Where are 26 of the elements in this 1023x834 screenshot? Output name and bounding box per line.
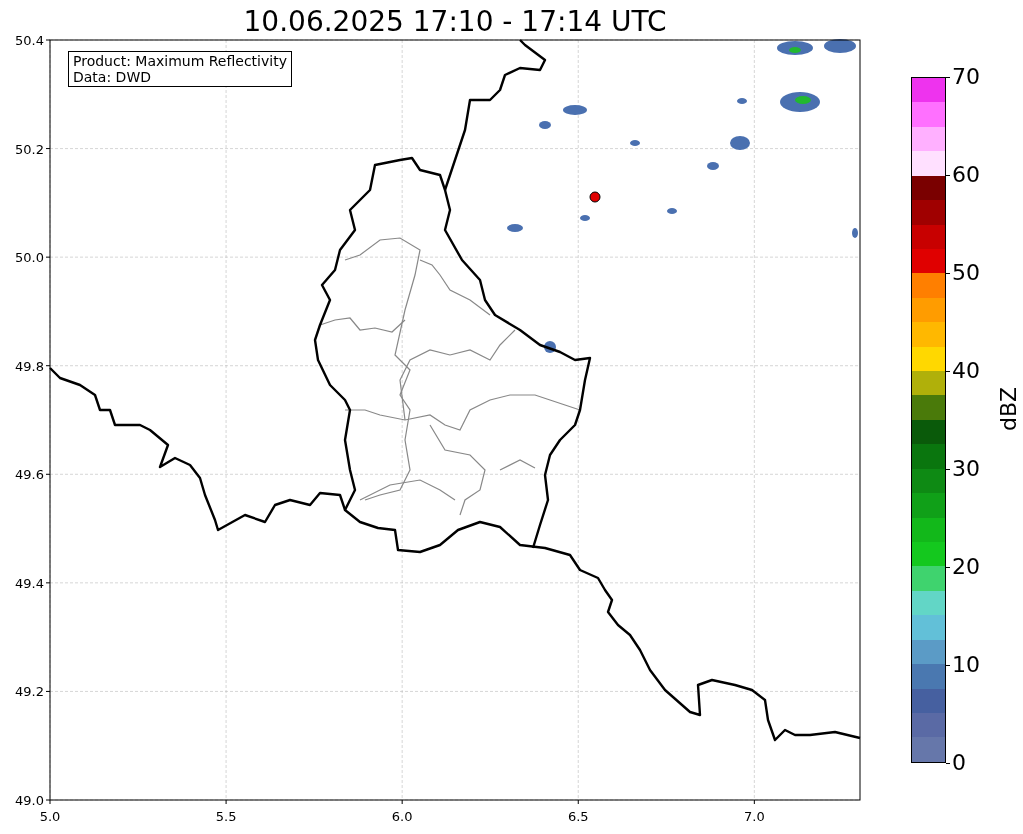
colorbar-tick-label: 70 <box>952 65 980 89</box>
colorbar-label: dBZ <box>997 386 1022 432</box>
y-tick-label: 49.2 <box>15 684 44 700</box>
y-tick-label: 50.4 <box>15 33 44 48</box>
colorbar-tick-label: 50 <box>952 261 980 285</box>
colorbar-tick-label: 10 <box>952 653 980 677</box>
x-tick-label: 7.0 <box>744 809 765 824</box>
colorbar-tick-label: 40 <box>952 359 980 383</box>
y-tick-label: 50.2 <box>15 141 44 157</box>
x-tick-label: 5.5 <box>215 809 237 824</box>
colorbar-tick-label: 20 <box>952 555 980 579</box>
info-line: Product: Maximum Reflectivity <box>73 53 287 69</box>
y-tick-label: 49.6 <box>15 467 44 483</box>
colorbar-tick-label: 0 <box>952 751 966 775</box>
y-tick-label: 49.0 <box>15 793 44 808</box>
colorbar-tick-label: 60 <box>952 163 980 187</box>
x-tick-label: 5.0 <box>39 809 61 824</box>
x-tick-label: 6.0 <box>391 809 413 824</box>
colorbar-tick-label: 30 <box>952 457 980 481</box>
x-tick-label: 6.5 <box>567 809 589 824</box>
y-tick-label: 50.0 <box>15 250 44 266</box>
y-tick-label: 49.8 <box>15 358 44 374</box>
y-tick-label: 49.4 <box>15 575 44 591</box>
info-line: Data: DWD <box>73 69 152 85</box>
location-marker <box>589 191 601 203</box>
plot-title: 10.06.2025 17:10 - 17:14 UTC <box>242 4 668 40</box>
